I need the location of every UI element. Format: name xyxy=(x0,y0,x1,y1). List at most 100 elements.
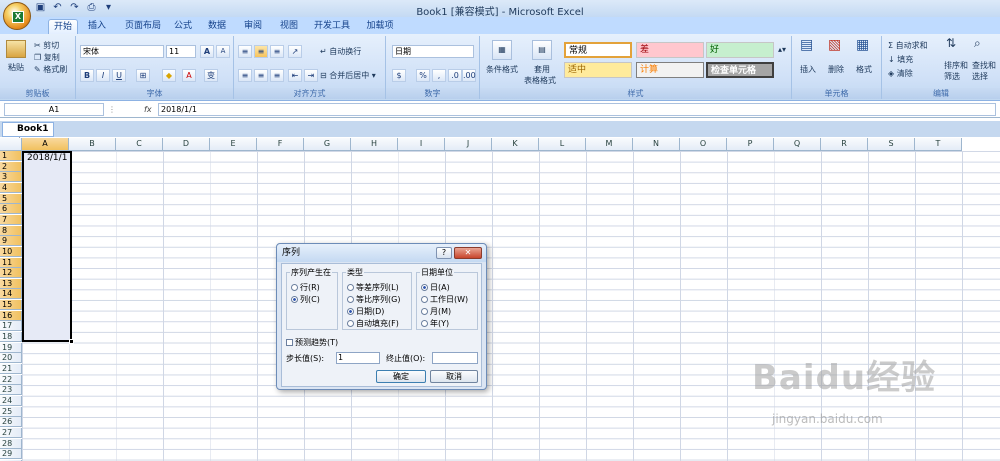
column-header-h[interactable]: H xyxy=(351,138,398,151)
find-select-button-2[interactable]: 选择 xyxy=(972,71,988,82)
column-header-s[interactable]: S xyxy=(868,138,915,151)
row-header-16[interactable]: 16 xyxy=(0,310,22,321)
tab-addins[interactable]: 加载项 xyxy=(362,19,398,34)
align-top-icon[interactable]: ≡ xyxy=(238,45,252,58)
tab-data[interactable]: 数据 xyxy=(204,19,230,34)
underline-button[interactable]: U xyxy=(112,69,126,82)
column-header-g[interactable]: G xyxy=(304,138,351,151)
decrease-decimal-icon[interactable]: .00 xyxy=(462,69,476,82)
increase-decimal-icon[interactable]: .0 xyxy=(448,69,462,82)
column-header-c[interactable]: C xyxy=(116,138,163,151)
style-check-cell[interactable]: 检查单元格 xyxy=(706,62,774,78)
row-header-28[interactable]: 28 xyxy=(0,438,22,449)
number-format-select[interactable]: 日期 xyxy=(392,45,474,58)
radio-date[interactable]: 日期(D) xyxy=(347,307,384,317)
undo-icon[interactable]: ↶ xyxy=(51,2,64,14)
phonetic-button[interactable]: 变 xyxy=(204,69,218,82)
row-header-21[interactable]: 21 xyxy=(0,364,22,374)
row-header-19[interactable]: 19 xyxy=(0,342,22,353)
customize-icon[interactable]: ▾ xyxy=(102,2,115,14)
decrease-indent-icon[interactable]: ⇤ xyxy=(288,69,302,82)
row-header-15[interactable]: 15 xyxy=(0,300,22,311)
fill-button[interactable]: ↓ 填充 xyxy=(888,54,913,65)
font-name-select[interactable]: 宋体 xyxy=(80,45,164,58)
print-preview-icon[interactable]: ⎙ xyxy=(85,2,98,14)
row-header-9[interactable]: 9 xyxy=(0,236,22,247)
column-header-m[interactable]: M xyxy=(586,138,633,151)
percent-button[interactable]: % xyxy=(416,69,430,82)
fill-color-button[interactable]: ◆ xyxy=(162,69,176,82)
radio-year[interactable]: 年(Y) xyxy=(421,319,449,329)
style-normal[interactable]: 常规 xyxy=(564,42,632,58)
row-header-25[interactable]: 25 xyxy=(0,406,22,417)
column-header-a[interactable]: A xyxy=(22,138,69,151)
wrap-text-button[interactable]: ↵ 自动换行 xyxy=(320,46,361,57)
tab-page-layout[interactable]: 页面布局 xyxy=(120,19,166,34)
column-header-p[interactable]: P xyxy=(727,138,774,151)
autosum-button[interactable]: Σ 自动求和 xyxy=(888,40,928,51)
select-all-corner[interactable] xyxy=(0,138,22,151)
row-header-10[interactable]: 10 xyxy=(0,246,22,257)
column-header-f[interactable]: F xyxy=(257,138,304,151)
radio-rows[interactable]: 行(R) xyxy=(291,283,320,293)
tab-developer[interactable]: 开发工具 xyxy=(312,19,352,34)
column-header-q[interactable]: Q xyxy=(774,138,821,151)
cut-button[interactable]: ✂ 剪切 xyxy=(34,40,59,51)
style-good[interactable]: 好 xyxy=(706,42,774,58)
align-left-icon[interactable]: ≡ xyxy=(238,69,252,82)
fill-handle[interactable] xyxy=(69,339,74,344)
sort-filter-button-2[interactable]: 筛选 xyxy=(944,71,960,82)
row-header-6[interactable]: 6 xyxy=(0,204,22,215)
style-bad[interactable]: 差 xyxy=(636,42,704,58)
insert-function-button[interactable]: fx xyxy=(144,104,152,115)
conditional-format-button[interactable]: 条件格式 xyxy=(486,64,518,75)
delete-cells-button[interactable]: 删除 xyxy=(828,64,844,75)
borders-button[interactable]: ⊞ xyxy=(136,69,150,82)
row-header-18[interactable]: 18 xyxy=(0,332,22,343)
format-painter-button[interactable]: ✎ 格式刷 xyxy=(34,64,67,75)
row-header-24[interactable]: 24 xyxy=(0,395,22,406)
dialog-close-button[interactable]: ✕ xyxy=(454,247,482,259)
row-header-4[interactable]: 4 xyxy=(0,182,22,193)
row-header-12[interactable]: 12 xyxy=(0,268,22,279)
styles-scroll-icon[interactable]: ▴▾ xyxy=(778,44,786,55)
row-header-5[interactable]: 5 xyxy=(0,193,22,204)
radio-columns[interactable]: 列(C) xyxy=(291,295,320,305)
row-header-23[interactable]: 23 xyxy=(0,385,22,396)
tab-formulas[interactable]: 公式 xyxy=(170,19,196,34)
workbook-tab[interactable]: Book1 * xyxy=(2,122,54,147)
row-header-1[interactable]: 1 xyxy=(0,151,22,161)
name-box[interactable]: A1 xyxy=(4,103,104,116)
column-header-t[interactable]: T xyxy=(915,138,962,151)
align-middle-icon[interactable]: ≡ xyxy=(254,45,268,58)
font-size-select[interactable]: 11 xyxy=(166,45,196,58)
column-header-e[interactable]: E xyxy=(210,138,257,151)
column-header-o[interactable]: O xyxy=(680,138,727,151)
column-header-r[interactable]: R xyxy=(821,138,868,151)
insert-cells-button[interactable]: 插入 xyxy=(800,64,816,75)
bold-button[interactable]: B xyxy=(80,69,94,82)
font-color-button[interactable]: A xyxy=(182,69,196,82)
redo-icon[interactable]: ↷ xyxy=(68,2,81,14)
radio-weekday[interactable]: 工作日(W) xyxy=(421,295,468,305)
format-as-table-button[interactable]: 套用 xyxy=(534,64,550,75)
radio-linear[interactable]: 等差序列(L) xyxy=(347,283,399,293)
column-header-d[interactable]: D xyxy=(163,138,210,151)
row-header-17[interactable]: 17 xyxy=(0,321,22,332)
align-bottom-icon[interactable]: ≡ xyxy=(270,45,284,58)
align-center-icon[interactable]: ≡ xyxy=(254,69,268,82)
italic-button[interactable]: I xyxy=(96,69,110,82)
row-header-27[interactable]: 27 xyxy=(0,427,22,438)
row-header-3[interactable]: 3 xyxy=(0,172,22,183)
tab-home[interactable]: 开始 xyxy=(48,19,78,34)
style-neutral[interactable]: 适中 xyxy=(564,62,632,78)
column-header-b[interactable]: B xyxy=(69,138,116,151)
shrink-font-button[interactable]: A xyxy=(216,45,230,58)
row-header-14[interactable]: 14 xyxy=(0,289,22,300)
radio-growth[interactable]: 等比序列(G) xyxy=(347,295,400,305)
formula-input[interactable]: 2018/1/1 xyxy=(158,103,996,116)
row-header-7[interactable]: 7 xyxy=(0,214,22,225)
format-cells-button[interactable]: 格式 xyxy=(856,64,872,75)
sort-filter-button[interactable]: 排序和 xyxy=(944,60,968,71)
cancel-button[interactable]: 取消 xyxy=(430,370,478,383)
